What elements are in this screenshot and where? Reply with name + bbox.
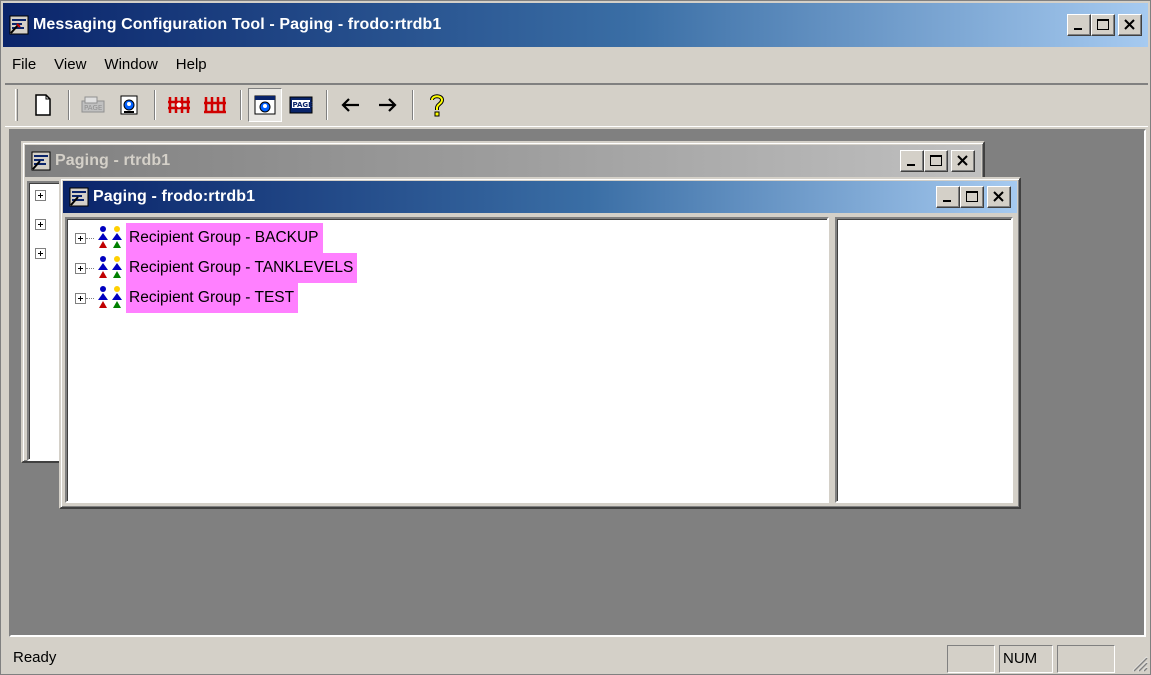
minimize-button[interactable] (1067, 14, 1091, 36)
child-titlebar-rtrdb1[interactable]: Paging - rtrdb1 (25, 145, 981, 177)
toolbar: PAGE PAGE (5, 83, 1148, 127)
maximize-button[interactable] (1091, 14, 1115, 36)
tree-connector (86, 237, 94, 239)
tree-expander[interactable] (75, 232, 86, 244)
child-maximize-button[interactable] (960, 186, 984, 208)
status-panel-num: NUM (999, 645, 1053, 673)
help-button[interactable] (420, 88, 454, 122)
close-icon (1124, 19, 1135, 30)
menu-bar: File View Window Help (3, 51, 216, 79)
main-window: Messaging Configuration Tool - Paging - … (0, 0, 1151, 675)
tree-expander[interactable] (35, 248, 46, 259)
child-title-frodo-rtrdb1: Paging - frodo:rtrdb1 (93, 188, 256, 205)
page-preview-button[interactable] (112, 88, 146, 122)
status-panel-scroll (1057, 645, 1115, 673)
child-app-icon[interactable] (69, 187, 89, 207)
toolbar-separator (412, 90, 414, 120)
maximize-icon (930, 155, 942, 166)
recipient-group-add-icon (168, 97, 190, 113)
minimize-icon (943, 200, 951, 202)
tree-expander[interactable] (75, 292, 86, 304)
page-disabled-icon: PAGE (81, 96, 105, 113)
toolbar-grip[interactable] (15, 89, 18, 121)
tree-row[interactable]: Recipient Group - TANKLEVELS (75, 253, 358, 283)
resize-grip-icon[interactable] (1130, 654, 1148, 672)
toolbar-separator (68, 90, 70, 120)
toolbar-separator (326, 90, 328, 120)
menu-help[interactable]: Help (167, 53, 216, 77)
tree-row[interactable]: Recipient Group - BACKUP (75, 223, 323, 253)
menu-view[interactable]: View (45, 53, 95, 77)
svg-text:PAGE: PAGE (84, 104, 102, 112)
close-icon (993, 191, 1004, 202)
minimize-icon (1074, 28, 1082, 30)
tree-connector (86, 267, 94, 269)
child-minimize-button[interactable] (900, 150, 924, 172)
help-icon (430, 94, 445, 117)
tree-expander[interactable] (35, 219, 46, 230)
tree-item-label[interactable]: Recipient Group - BACKUP (126, 223, 323, 253)
pager-window-button[interactable] (248, 88, 282, 122)
app-icon[interactable] (9, 15, 29, 35)
recipient-group-icon (204, 97, 226, 114)
tree-connector (86, 297, 94, 299)
page-button[interactable]: PAGE (284, 88, 318, 122)
tree-item-label[interactable]: Recipient Group - TEST (126, 283, 299, 313)
app-title: Messaging Configuration Tool - Paging - … (33, 16, 442, 33)
recipient-group-icon (98, 286, 122, 308)
menu-window[interactable]: Window (95, 53, 166, 77)
back-arrow-icon (341, 98, 359, 112)
child-app-icon[interactable] (31, 151, 51, 171)
forward-button[interactable] (370, 88, 404, 122)
menu-file[interactable]: File (3, 53, 45, 77)
child-minimize-button[interactable] (936, 186, 960, 208)
child-window-frodo-rtrdb1[interactable]: Paging - frodo:rtrdb1 Recipient Group - … (59, 177, 1021, 509)
recipient-group-icon (98, 256, 122, 278)
child-close-button[interactable] (951, 150, 975, 172)
back-button[interactable] (334, 88, 368, 122)
page-preview-icon (120, 95, 138, 115)
main-titlebar[interactable]: Messaging Configuration Tool - Paging - … (3, 3, 1148, 47)
maximize-icon (966, 191, 978, 202)
tree-expander[interactable] (75, 262, 86, 274)
close-icon (957, 155, 968, 166)
child-title-rtrdb1: Paging - rtrdb1 (55, 152, 171, 169)
close-button[interactable] (1118, 14, 1142, 36)
child-maximize-button[interactable] (924, 150, 948, 172)
child-titlebar-frodo-rtrdb1[interactable]: Paging - frodo:rtrdb1 (63, 181, 1017, 213)
status-panel-caps (947, 645, 995, 673)
detail-pane[interactable] (835, 217, 1013, 503)
minimize-icon (907, 164, 915, 166)
maximize-icon (1097, 19, 1109, 30)
status-text: Ready (13, 649, 57, 666)
child-close-button[interactable] (987, 186, 1011, 208)
pager-window-icon (254, 95, 276, 115)
tree-item-label[interactable]: Recipient Group - TANKLEVELS (126, 253, 358, 283)
toolbar-separator (154, 90, 156, 120)
recipient-group-button[interactable] (198, 88, 232, 122)
new-button[interactable] (26, 88, 60, 122)
tree-expander[interactable] (35, 190, 46, 201)
recipient-tree-pane[interactable]: Recipient Group - BACKUP Recipient Group… (65, 217, 829, 503)
tree-row[interactable]: Recipient Group - TEST (75, 283, 299, 313)
status-bar: Ready NUM (3, 641, 1150, 674)
mdi-client-area: Paging - rtrdb1 Paging - frodo:rtrdb1 Re… (9, 129, 1146, 637)
forward-arrow-icon (379, 98, 397, 112)
page-disabled-button[interactable]: PAGE (76, 88, 110, 122)
svg-text:PAGE: PAGE (293, 101, 314, 109)
recipient-group-add-button[interactable] (162, 88, 196, 122)
new-document-icon (35, 94, 51, 116)
page-icon: PAGE (289, 96, 314, 114)
toolbar-separator (240, 90, 242, 120)
recipient-group-icon (98, 226, 122, 248)
